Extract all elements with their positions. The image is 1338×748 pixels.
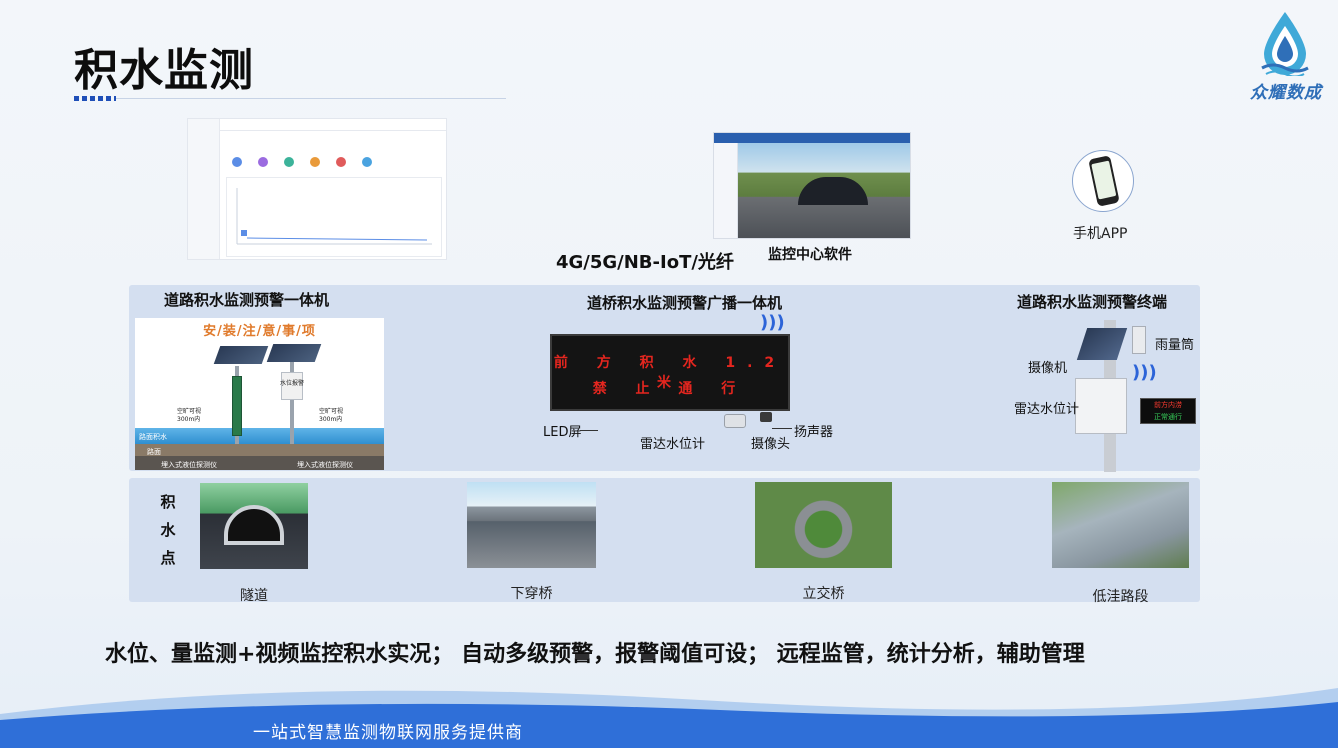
- title-decoration: [74, 96, 116, 101]
- callout-led: LED屏: [543, 425, 582, 440]
- sensor-label: 埋入式液位探测仪: [161, 461, 217, 469]
- footer-slogan: 一站式智慧监测物联网服务提供商: [253, 723, 523, 743]
- stat-dot-icon: [258, 157, 268, 167]
- terminal-led-line-2: 正常通行: [1154, 413, 1182, 421]
- monitor-header: [714, 133, 910, 143]
- callout-line: [772, 428, 792, 429]
- range-label: 300m内: [177, 416, 201, 423]
- terminal-control-box: [1075, 378, 1127, 434]
- site-label-lowland: 低洼路段: [1092, 589, 1149, 605]
- led-screen: 前 方 积 水 1.2 米 禁 止 通 行: [550, 334, 790, 411]
- terminal-led-screen: 前方内涝 正常通行: [1140, 398, 1196, 424]
- wifi-signal-icon: ))): [760, 312, 785, 333]
- water-label: 路面积水: [139, 433, 167, 441]
- callout-radar: 雷达水位计: [1014, 402, 1080, 417]
- monitor-software-screenshot: [713, 132, 911, 239]
- terminal-led-line-1: 前方内涝: [1154, 401, 1182, 409]
- mobile-app-label: 手机APP: [1073, 226, 1128, 242]
- site-image-lowland: [1052, 482, 1189, 568]
- monitor-software-label: 监控中心软件: [768, 247, 852, 263]
- device-title-bridge: 道桥积水监测预警广播一体机: [587, 294, 783, 312]
- callout-camera: 摄像机: [1028, 361, 1068, 376]
- title-divider: [116, 98, 506, 99]
- camera-icon: [724, 414, 746, 428]
- rain-gauge-icon: [1132, 326, 1146, 354]
- network-label: 4G/5G/NB-IoT/光纤: [556, 252, 734, 273]
- footer-wave: [0, 688, 1338, 748]
- dashboard-topbar: [188, 119, 446, 131]
- brand-logo: 众耀数成: [1250, 10, 1322, 105]
- range-label: 300m内: [319, 416, 343, 423]
- alarm-box-label: 水位报警: [280, 380, 305, 387]
- stat-dot-icon: [336, 157, 346, 167]
- stat-dot-icon: [284, 157, 294, 167]
- callout-speaker: 扬声器: [794, 425, 834, 440]
- dashboard-screenshot: [187, 118, 447, 260]
- sites-label: 积水点: [160, 493, 176, 567]
- dashboard-chart: [226, 177, 442, 257]
- callout-camera: 摄像头: [751, 437, 791, 452]
- road-label: 路面: [147, 448, 161, 456]
- install-diagram: 空旷可视 300m内 空旷可视 300m内 路面积水 路面 埋入式液位探测仪 埋…: [135, 318, 384, 470]
- wifi-signal-icon: ))): [1132, 362, 1157, 383]
- callout-rain-gauge: 雨量筒: [1155, 338, 1195, 353]
- device-title-terminal: 道路积水监测预警终端: [1017, 293, 1168, 311]
- page-title: 积水监测: [74, 45, 254, 96]
- callout-line: [580, 430, 598, 431]
- callout-radar: 雷达水位计: [640, 437, 706, 452]
- site-image-underpass: [467, 482, 596, 568]
- monitor-sidebar: [714, 143, 738, 238]
- solar-panel-icon: [213, 346, 269, 364]
- stat-dot-icon: [310, 157, 320, 167]
- feature-summary: 水位、量监测+视频监控积水实况； 自动多级预警，报警阈值可设； 远程监管，统计分…: [105, 642, 1085, 667]
- device-title-integrated: 道路积水监测预警一体机: [164, 291, 330, 309]
- stat-dot-icon: [362, 157, 372, 167]
- site-label-tunnel: 隧道: [240, 588, 268, 604]
- install-heading: 安/装/注/意/事/项: [203, 324, 316, 339]
- mobile-app-icon: [1072, 150, 1134, 212]
- led-line-2: 禁 止 通 行: [592, 381, 748, 397]
- site-label-interchange: 立交桥: [802, 586, 845, 602]
- brand-name: 众耀数成: [1250, 83, 1322, 103]
- tunnel-camera-view: [738, 143, 910, 238]
- site-image-tunnel: [200, 483, 308, 569]
- water-layer: [135, 428, 384, 444]
- stat-dot-icon: [232, 157, 242, 167]
- speaker-icon: [760, 412, 772, 422]
- solar-panel-icon: [266, 344, 322, 362]
- device-pole: [290, 358, 294, 444]
- site-image-interchange: [755, 482, 892, 568]
- water-drop-logo-icon: [1261, 12, 1309, 76]
- site-label-underpass: 下穿桥: [510, 586, 553, 602]
- water-level-display: [232, 376, 242, 436]
- sensor-label: 埋入式液位探测仪: [297, 461, 353, 469]
- tunnel-entrance: [798, 177, 868, 205]
- dashboard-sidebar: [188, 119, 220, 259]
